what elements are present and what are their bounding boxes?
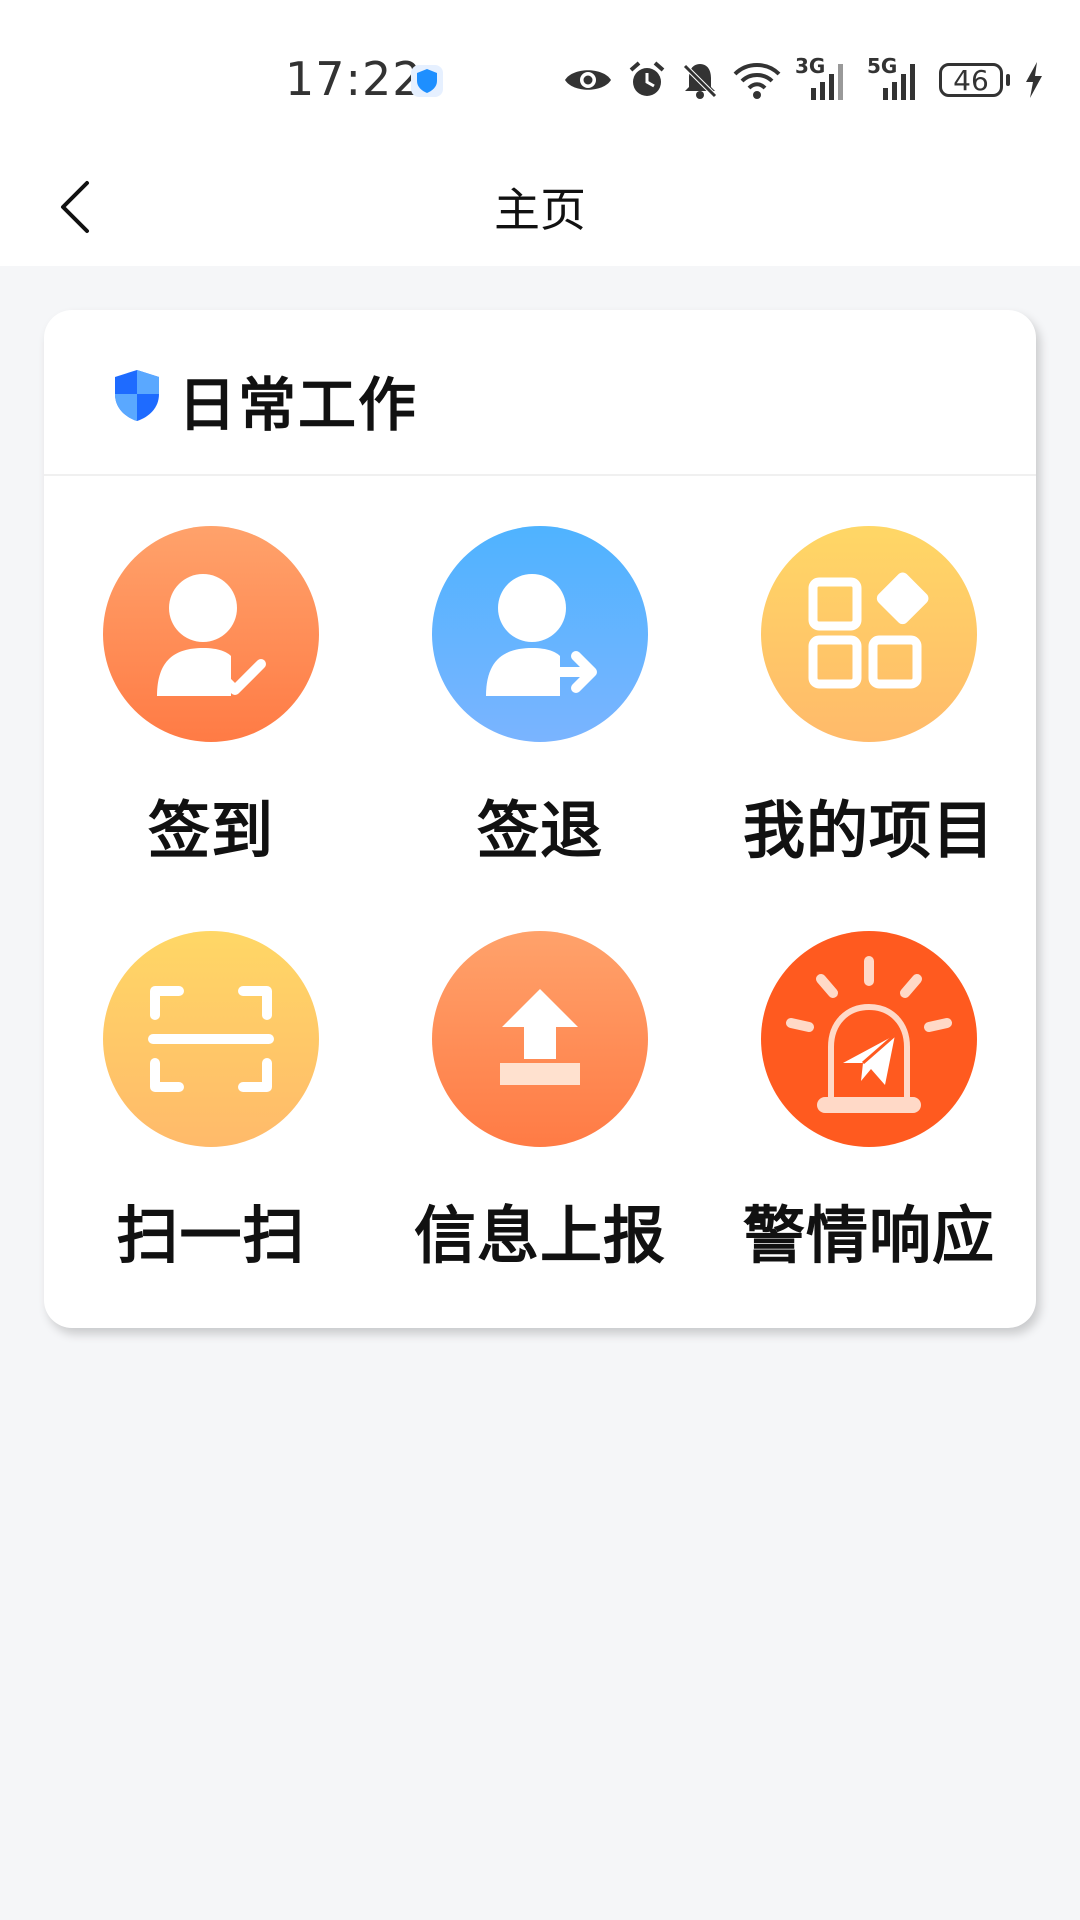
alarm-icon (629, 61, 665, 96)
scan-icon (148, 986, 274, 1092)
user-check-icon (157, 574, 266, 696)
alert-response-tile[interactable]: 警情响应 (704, 881, 1034, 1281)
battery-icon: 46 (939, 63, 1010, 97)
alert-response-label: 警情响应 (742, 1199, 995, 1272)
net-5g-label: 5G (867, 54, 898, 78)
info-report-circle (432, 931, 648, 1147)
upload-icon (500, 989, 580, 1085)
my-projects-tile[interactable]: 我的项目 (704, 476, 1034, 876)
charging-icon (1026, 62, 1042, 98)
daily-work-card: 日常工作 签到 签退 我的项目 扫一扫 信息上报 警情响应 (44, 310, 1036, 1328)
checkout-tile[interactable]: 签退 (375, 476, 705, 876)
bell-off-icon (683, 64, 717, 99)
signal-3g-icon: 3G (795, 54, 853, 102)
shield-icon (115, 370, 159, 421)
alarm-siren-icon (786, 956, 952, 1113)
scan-circle (103, 931, 319, 1147)
checkout-circle (432, 526, 648, 742)
battery-level: 46 (939, 63, 1003, 97)
info-report-label: 信息上报 (413, 1199, 666, 1272)
checkin-circle (103, 526, 319, 742)
my-projects-label: 我的项目 (742, 794, 995, 867)
card-header: 日常工作 (44, 310, 1036, 476)
status-icons: 3G 5G 46 (563, 54, 1044, 105)
checkout-label: 签退 (476, 794, 603, 867)
card-title: 日常工作 (178, 371, 419, 439)
status-bar: 17:22 3G 5G 46 (0, 0, 1080, 150)
user-exit-icon (486, 574, 597, 696)
signal-5g-icon: 5G (867, 54, 925, 102)
scan-tile[interactable]: 扫一扫 (46, 881, 376, 1281)
shield-icon (411, 65, 443, 97)
page-title: 主页 (494, 183, 586, 237)
my-projects-circle (761, 526, 977, 742)
wifi-icon (733, 63, 781, 99)
net-3g-label: 3G (795, 54, 826, 78)
checkin-label: 签到 (147, 794, 274, 867)
app-header: 主页 (0, 150, 1080, 266)
status-time: 17:22 (285, 52, 423, 106)
scan-label: 扫一扫 (116, 1199, 306, 1272)
info-report-tile[interactable]: 信息上报 (375, 881, 705, 1281)
eye-icon (565, 70, 611, 90)
checkin-tile[interactable]: 签到 (46, 476, 376, 876)
alert-response-circle (761, 931, 977, 1147)
apps-grid-icon (808, 572, 929, 689)
